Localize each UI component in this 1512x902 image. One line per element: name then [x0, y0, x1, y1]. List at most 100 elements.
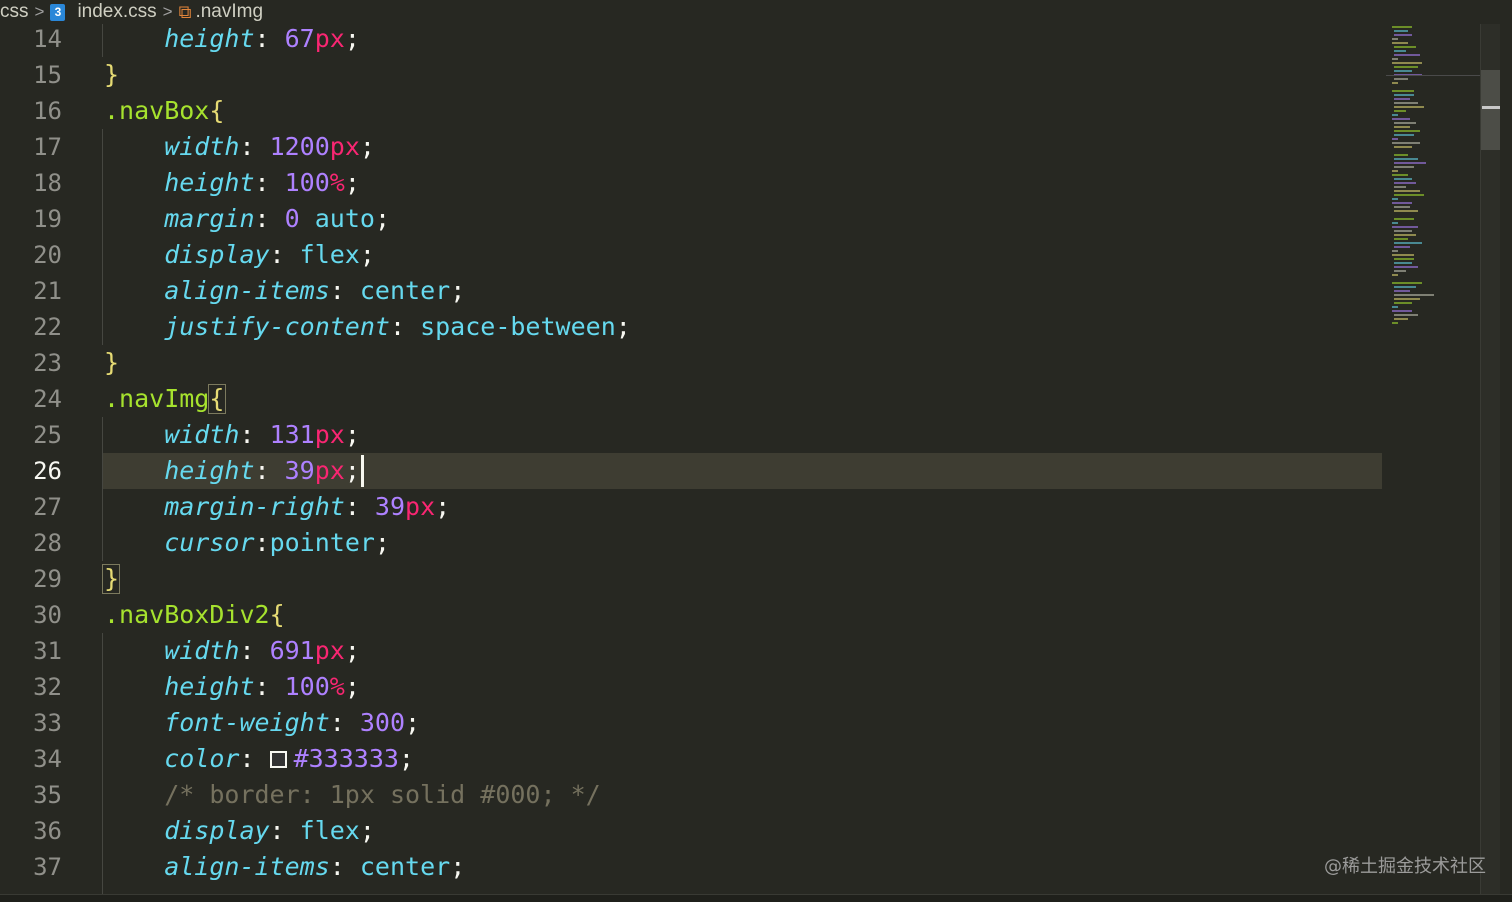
code-token: ;	[344, 168, 360, 197]
minimap-line	[1394, 246, 1410, 248]
line-number[interactable]: 34	[0, 741, 62, 777]
line-number[interactable]: 27	[0, 489, 62, 525]
line-number[interactable]: 33	[0, 705, 62, 741]
code-token: cursor	[164, 528, 255, 557]
code-line[interactable]: justify-content: space-between;	[164, 309, 631, 345]
line-number[interactable]: 25	[0, 417, 62, 453]
code-line[interactable]: .navBoxDiv2{	[104, 597, 285, 633]
code-token: center	[359, 852, 451, 881]
line-number[interactable]: 30	[0, 597, 62, 633]
text-cursor	[361, 455, 364, 487]
code-token: ;	[359, 816, 375, 845]
line-number[interactable]: 20	[0, 237, 62, 273]
line-number[interactable]: 22	[0, 309, 62, 345]
line-number[interactable]: 17	[0, 129, 62, 165]
code-token: ;	[344, 456, 360, 485]
line-number[interactable]: 18	[0, 165, 62, 201]
code-token: font-weight	[164, 708, 330, 737]
bracket-match-highlight	[102, 564, 121, 594]
line-number[interactable]: 36	[0, 813, 62, 849]
minimap-line	[1392, 306, 1398, 308]
code-token: px	[329, 132, 360, 161]
line-number[interactable]: 15	[0, 57, 62, 93]
line-number[interactable]: 14	[0, 24, 62, 57]
code-line[interactable]: cursor:pointer;	[164, 525, 390, 561]
code-token: :	[254, 528, 270, 557]
code-token: }	[104, 60, 120, 89]
minimap-line	[1394, 70, 1412, 72]
minimap-line	[1394, 106, 1424, 108]
minimap-line	[1394, 290, 1410, 292]
code-token: :	[239, 420, 270, 449]
vertical-scrollbar[interactable]	[1480, 24, 1501, 894]
code-token: /* border: 1px solid #000; */	[164, 780, 601, 809]
line-number[interactable]: 21	[0, 273, 62, 309]
code-line[interactable]: height: 39px;	[164, 453, 360, 489]
minimap-line	[1394, 206, 1410, 208]
minimap-line	[1394, 134, 1414, 136]
minimap-line	[1394, 258, 1414, 260]
code-line[interactable]: .navImg{	[104, 381, 224, 417]
minimap-line	[1392, 58, 1398, 60]
code-line[interactable]: height: 67px;	[164, 24, 360, 57]
line-number[interactable]: 28	[0, 525, 62, 561]
code-token: ;	[450, 852, 466, 881]
code-token: ;	[405, 708, 421, 737]
code-line[interactable]: margin-right: 39px;	[164, 489, 450, 525]
code-token: justify-content	[164, 312, 390, 341]
line-number[interactable]: 16	[0, 93, 62, 129]
code-line[interactable]: }	[104, 57, 119, 93]
line-number[interactable]: 32	[0, 669, 62, 705]
breadcrumb-file[interactable]: 3 index.css	[50, 1, 157, 23]
code-line[interactable]: /* border: 1px solid #000; */	[164, 777, 601, 813]
minimap-line	[1392, 322, 1398, 324]
code-token: 300	[359, 708, 406, 737]
code-line[interactable]: color: #333333;	[164, 741, 414, 777]
code-token: flex	[299, 240, 360, 269]
breadcrumb-symbol[interactable]: ⧉ .navImg	[179, 1, 263, 23]
line-number[interactable]: 37	[0, 849, 62, 885]
line-number[interactable]: 35	[0, 777, 62, 813]
code-line[interactable]: margin: 0 auto;	[164, 201, 390, 237]
line-number[interactable]: 29	[0, 561, 62, 597]
minimap-line	[1394, 286, 1416, 288]
minimap-line	[1394, 318, 1408, 320]
minimap-line	[1394, 50, 1406, 52]
minimap-line	[1394, 186, 1406, 188]
indent-guide	[102, 24, 103, 57]
line-number[interactable]: 24	[0, 381, 62, 417]
code-line[interactable]: width: 691px;	[164, 633, 360, 669]
code-token: :	[344, 492, 375, 521]
breadcrumb-folder[interactable]: css	[0, 1, 29, 23]
minimap-line	[1394, 94, 1414, 96]
code-line[interactable]: align-items: center;	[164, 273, 465, 309]
color-swatch[interactable]	[269, 751, 287, 768]
code-line[interactable]: .navBox{	[104, 93, 224, 129]
breadcrumb: css > 3 index.css > ⧉ .navImg	[0, 0, 1512, 24]
code-token: ;	[398, 744, 414, 773]
code-line[interactable]: width: 1200px;	[164, 129, 375, 165]
code-line[interactable]: height: 100%;	[164, 669, 360, 705]
code-line[interactable]: display: flex;	[164, 237, 375, 273]
code-line[interactable]: width: 131px;	[164, 417, 360, 453]
code-token: 100	[284, 672, 330, 701]
code-line[interactable]: height: 100%;	[164, 165, 360, 201]
line-number[interactable]: 26	[0, 453, 62, 489]
line-number[interactable]: 31	[0, 633, 62, 669]
scrollbar-thumb[interactable]	[1481, 70, 1501, 150]
code-line[interactable]: }	[104, 345, 119, 381]
line-number[interactable]: 23	[0, 345, 62, 381]
line-number[interactable]: 19	[0, 201, 62, 237]
minimap-line	[1394, 178, 1412, 180]
code-token: margin	[164, 204, 255, 233]
code-line[interactable]: display: flex;	[164, 813, 375, 849]
code-token: height	[164, 168, 255, 197]
code-line[interactable]: align-items: center;	[164, 849, 465, 885]
code-token: ;	[435, 492, 451, 521]
code-token: px	[314, 456, 345, 485]
chevron-right-icon: >	[34, 2, 45, 21]
code-token: {	[209, 96, 225, 125]
minimap[interactable]	[1384, 24, 1480, 894]
code-editor[interactable]: 14 height: 67px; 15} 16 .navBox{ 17 width: 120…	[0, 24, 1384, 894]
code-line[interactable]: font-weight: 300;	[164, 705, 420, 741]
